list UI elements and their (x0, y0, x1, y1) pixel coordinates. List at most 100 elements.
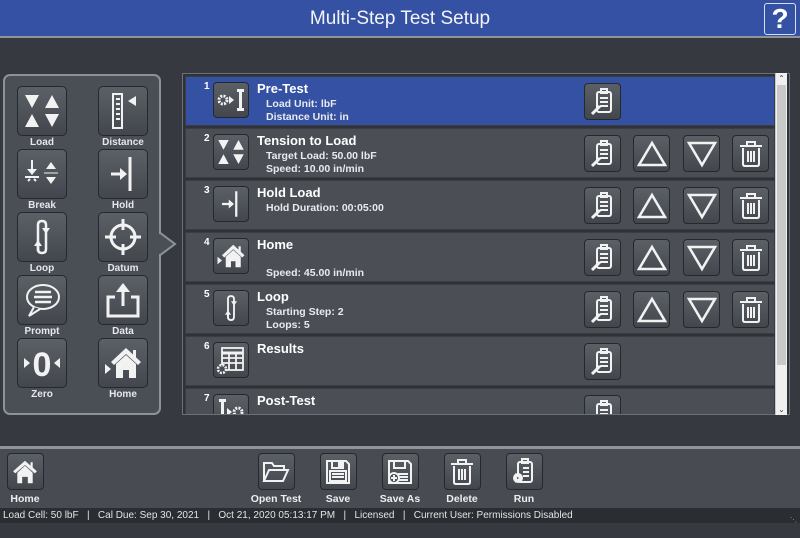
step-name: Hold Load (257, 185, 321, 200)
delete-step-button[interactable] (732, 291, 769, 328)
palette-label: Load (30, 137, 54, 148)
palette-item-distance[interactable]: Distance (93, 86, 153, 148)
palette-label: Prompt (24, 326, 60, 337)
home-button[interactable]: Home (0, 453, 55, 505)
results-table-icon (216, 347, 244, 375)
move-down-button[interactable] (683, 291, 720, 328)
edit-step-button[interactable] (584, 395, 621, 414)
step-icon-button[interactable] (213, 134, 249, 170)
step-row-2[interactable]: 2 Tension to Load Target Load: 50.00 lbF… (185, 128, 775, 178)
help-button[interactable]: ? (764, 3, 796, 35)
step-name: Results (257, 341, 304, 356)
step-row-5[interactable]: 5 Loop Starting Step: 2 Loops: 5 (185, 284, 775, 334)
folder-open-icon (262, 461, 290, 482)
license-status: Licensed (354, 510, 395, 521)
run-button[interactable]: Run (494, 453, 554, 505)
palette-label: Break (28, 200, 56, 211)
move-down-button[interactable] (683, 187, 720, 224)
step-row-6[interactable]: 6 Results (185, 336, 775, 386)
palette-item-data[interactable]: Data (93, 275, 153, 337)
loop-icon (34, 219, 50, 255)
zero-icon: 0 (24, 346, 60, 383)
step-name: Home (257, 237, 294, 252)
delete-button[interactable]: Delete (432, 453, 492, 505)
status-separator: | (207, 510, 211, 521)
step-row-1[interactable]: 1 Pre-Test Load Unit: lbF Distance Unit:… (185, 76, 775, 126)
trash-icon (739, 192, 762, 219)
palette-label: Zero (31, 389, 53, 400)
step-number: 3 (204, 185, 210, 196)
resize-grip-icon[interactable]: ⋱ (790, 513, 798, 524)
edit-step-button[interactable] (584, 239, 621, 276)
break-icon (25, 160, 58, 184)
load-icon (25, 95, 59, 127)
save-as-icon (388, 459, 412, 484)
move-down-button[interactable] (683, 239, 720, 276)
edit-step-button[interactable] (584, 343, 621, 380)
step-icon-button[interactable] (213, 290, 249, 326)
step-detail: Hold Duration: 00:05:00 (266, 202, 384, 214)
step-number: 1 (204, 81, 210, 92)
step-icon-button[interactable] (213, 238, 249, 274)
step-list-scrollbar[interactable]: ⌃ ⌄ (775, 73, 787, 415)
triangle-up-icon (636, 296, 667, 322)
step-row-4[interactable]: 4 Home Speed: 45.00 in/min (185, 232, 775, 282)
palette-item-loop[interactable]: Loop (12, 212, 72, 274)
scrollbar-thumb[interactable] (777, 85, 786, 365)
current-user-status: Current User: Permissions Disabled (413, 510, 573, 521)
svg-text:0: 0 (33, 346, 52, 383)
loop-icon (225, 295, 237, 321)
move-up-button[interactable] (633, 291, 670, 328)
step-icon-button[interactable] (213, 342, 249, 378)
open-test-button[interactable]: Open Test (246, 453, 306, 505)
edit-clipboard-icon (595, 399, 612, 414)
cal-due-status: Cal Due: Sep 30, 2021 (97, 510, 200, 521)
edit-step-button[interactable] (584, 291, 621, 328)
move-up-button[interactable] (633, 239, 670, 276)
palette-item-prompt[interactable]: Prompt (12, 275, 72, 337)
run-clipboard-icon (513, 457, 533, 483)
step-detail: Distance Unit: in (266, 111, 349, 123)
palette-item-home[interactable]: Home (93, 338, 153, 400)
palette-item-hold[interactable]: Hold (93, 149, 153, 211)
home-icon (105, 348, 141, 378)
load-icon (218, 140, 244, 164)
palette-label: Home (109, 389, 137, 400)
scroll-up-arrow-icon[interactable]: ⌃ (776, 73, 787, 84)
palette-item-break[interactable]: Break (12, 149, 72, 211)
step-name: Loop (257, 289, 289, 304)
palette-item-zero[interactable]: 0 Zero (12, 338, 72, 400)
step-icon-button[interactable] (213, 82, 249, 118)
move-up-button[interactable] (633, 135, 670, 172)
scroll-down-arrow-icon[interactable]: ⌄ (776, 404, 787, 415)
edit-step-button[interactable] (584, 187, 621, 224)
datetime-status: Oct 21, 2020 05:13:17 PM (218, 510, 336, 521)
move-down-button[interactable] (683, 135, 720, 172)
delete-step-button[interactable] (732, 135, 769, 172)
edit-step-button[interactable] (584, 135, 621, 172)
save-as-label: Save As (379, 493, 421, 505)
palette-item-load[interactable]: Load (12, 86, 72, 148)
step-list: 1 Pre-Test Load Unit: lbF Distance Unit:… (182, 73, 790, 415)
speech-bubble-icon (26, 284, 60, 317)
palette-item-datum[interactable]: Datum (93, 212, 153, 274)
run-label: Run (513, 493, 535, 505)
move-up-button[interactable] (633, 187, 670, 224)
save-button[interactable]: Save (308, 453, 368, 505)
delete-step-button[interactable] (732, 239, 769, 276)
step-row-3[interactable]: 3 Hold Load Hold Duration: 00:05:00 (185, 180, 775, 230)
step-detail: Target Load: 50.00 lbF (266, 150, 377, 162)
edit-clipboard-icon (590, 243, 612, 271)
help-icon: ? (771, 3, 789, 34)
delete-label: Delete (446, 493, 478, 505)
posttest-icon (219, 399, 244, 414)
delete-step-button[interactable] (732, 187, 769, 224)
save-as-button[interactable]: Save As (370, 453, 430, 505)
step-palette: Load Distance Break Hold Loop Datum Prom… (3, 74, 161, 415)
step-row-7[interactable]: 7 Post-Test (185, 388, 775, 414)
edit-step-button[interactable] (584, 83, 621, 120)
step-icon-button[interactable] (213, 186, 249, 222)
step-icon-button[interactable] (213, 394, 249, 414)
hold-icon (111, 157, 132, 191)
triangle-up-icon (636, 244, 667, 270)
